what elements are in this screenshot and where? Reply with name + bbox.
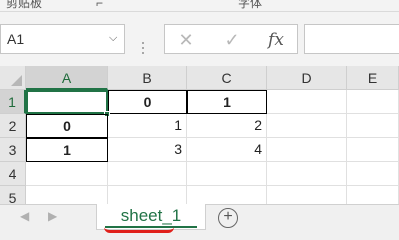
cancel-icon[interactable]: ✕	[173, 29, 199, 51]
cell-d4[interactable]	[267, 162, 347, 186]
cell-e1[interactable]	[347, 90, 399, 114]
ribbon-group-clipboard: 剪贴板	[6, 0, 43, 10]
cell-e5[interactable]	[347, 186, 399, 206]
row-header-1[interactable]: 1	[0, 90, 26, 114]
cell-b1[interactable]: 0	[108, 90, 187, 114]
select-all-button[interactable]	[0, 66, 26, 90]
cell-e2[interactable]	[347, 114, 399, 138]
cell-b3[interactable]: 3	[108, 138, 187, 162]
row-header-3[interactable]: 3	[0, 138, 26, 162]
column-header-b[interactable]: B	[108, 66, 187, 90]
cell-d3[interactable]	[267, 138, 347, 162]
drag-handle-icon[interactable]	[140, 39, 146, 61]
cell-b2[interactable]: 1	[108, 114, 187, 138]
scroll-left-icon[interactable]: ◀	[20, 209, 29, 223]
cell-c2[interactable]: 2	[187, 114, 267, 138]
cell-a4[interactable]	[26, 162, 108, 186]
ribbon-group-font: 字体	[238, 0, 263, 10]
cell-c3[interactable]: 4	[187, 138, 267, 162]
insert-function-icon[interactable]: fx	[263, 29, 289, 51]
row-header-2[interactable]: 2	[0, 114, 26, 138]
cell-b5[interactable]	[108, 186, 187, 206]
sheet-tab-bar: ◀ ▶ sheet_1 +	[0, 204, 399, 240]
formula-bar: A1 ⌵ ✕ ✓ fx	[0, 12, 399, 66]
cell-a1[interactable]	[26, 90, 108, 114]
column-header-a[interactable]: A	[26, 66, 108, 90]
name-box-value: A1	[7, 31, 25, 47]
ribbon-remnant: 剪贴板 ⌐ 字体	[0, 0, 399, 12]
row-header-5[interactable]: 5	[0, 186, 26, 206]
cell-c4[interactable]	[187, 162, 267, 186]
red-annotation-mark	[104, 227, 174, 233]
cell-a5[interactable]	[26, 186, 108, 206]
formula-buttons: ✕ ✓ fx	[164, 24, 298, 54]
cell-a3[interactable]: 1	[26, 138, 108, 162]
spreadsheet-grid: A B C D E 1 2 3 4 5 0 1 0 1 2 1 3 4	[0, 66, 399, 206]
chevron-down-icon[interactable]: ⌵	[109, 32, 117, 45]
cell-d1[interactable]	[267, 90, 347, 114]
column-header-c[interactable]: C	[187, 66, 267, 90]
column-header-d[interactable]: D	[267, 66, 347, 90]
cell-e4[interactable]	[347, 162, 399, 186]
row-header-4[interactable]: 4	[0, 162, 26, 186]
scroll-right-icon[interactable]: ▶	[48, 209, 57, 223]
cell-c1[interactable]: 1	[187, 90, 267, 114]
column-header-e[interactable]: E	[347, 66, 399, 90]
cell-b4[interactable]	[108, 162, 187, 186]
cell-d2[interactable]	[267, 114, 347, 138]
add-sheet-icon[interactable]: +	[218, 208, 238, 228]
cell-c5[interactable]	[187, 186, 267, 206]
cell-e3[interactable]	[347, 138, 399, 162]
formula-input[interactable]	[304, 24, 399, 54]
name-box[interactable]: A1 ⌵	[0, 24, 125, 54]
sheet-tab-label: sheet_1	[120, 206, 182, 225]
cell-d5[interactable]	[267, 186, 347, 206]
cell-a2[interactable]: 0	[26, 114, 108, 138]
ribbon-dialog-launcher[interactable]: ⌐	[96, 0, 103, 10]
enter-icon[interactable]: ✓	[219, 29, 245, 51]
